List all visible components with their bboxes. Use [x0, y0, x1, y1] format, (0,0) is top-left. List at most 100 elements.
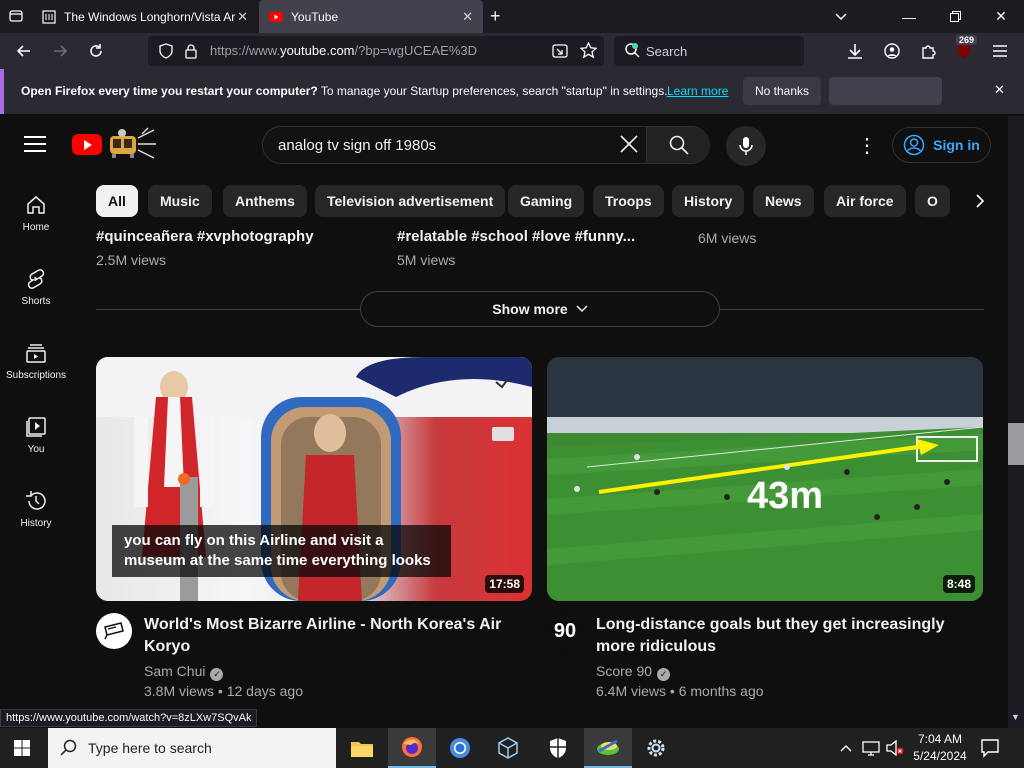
- url-bar[interactable]: https://www.youtube.com/?bp=wgUCEAE%3D: [148, 36, 604, 66]
- video-stats: 3.8M views • 12 days ago: [144, 683, 303, 699]
- sidebar-item-home[interactable]: Home: [0, 194, 72, 233]
- sidebar-item-subscriptions[interactable]: Subscriptions: [0, 342, 72, 381]
- web-search-box[interactable]: Search: [614, 36, 804, 66]
- chip-music[interactable]: Music: [148, 185, 212, 217]
- video-duration: 17:58: [485, 575, 524, 593]
- tab-windows-longhorn[interactable]: The Windows Longhorn/Vista Ar ✕: [34, 0, 258, 33]
- sidebar-item-shorts[interactable]: Shorts: [0, 268, 72, 307]
- shorts-icon: [27, 269, 45, 289]
- restore-button[interactable]: [932, 0, 978, 33]
- chromium-icon[interactable]: [436, 728, 484, 768]
- account-circle-icon: [903, 134, 925, 156]
- volume-muted-icon[interactable]: [886, 739, 904, 761]
- short-title[interactable]: #relatable #school #love #funny...: [397, 228, 635, 245]
- you-icon: [26, 417, 46, 437]
- settings-more-icon[interactable]: ⋮: [857, 133, 877, 158]
- system-clock[interactable]: 7:04 AM 5/24/2024: [912, 731, 968, 765]
- chevron-right-icon[interactable]: [966, 185, 994, 217]
- bookmark-star-icon[interactable]: [579, 41, 598, 64]
- file-explorer-icon[interactable]: [338, 728, 386, 768]
- reload-icon[interactable]: [84, 39, 108, 63]
- chip-anthems[interactable]: Anthems: [223, 185, 307, 217]
- search-icon: [60, 739, 78, 762]
- shield-icon[interactable]: [158, 43, 174, 64]
- picture-in-picture-icon[interactable]: [552, 43, 568, 64]
- extensions-puzzle-icon[interactable]: [916, 39, 940, 63]
- voice-search-button[interactable]: [726, 126, 766, 166]
- divider: [96, 309, 360, 310]
- tab-youtube[interactable]: YouTube ✕: [259, 0, 483, 33]
- search-placeholder: Search: [646, 44, 688, 59]
- clear-search-icon[interactable]: [618, 133, 640, 161]
- windows-start-icon[interactable]: [14, 740, 30, 756]
- firefox-taskbar-icon[interactable]: [388, 728, 436, 768]
- short-title[interactable]: #quinceañera #xvphotography: [96, 228, 314, 245]
- back-arrow-icon[interactable]: [12, 39, 36, 63]
- list-all-tabs-icon[interactable]: [818, 0, 864, 33]
- lock-icon[interactable]: [184, 43, 198, 64]
- show-more-button[interactable]: Show more: [360, 291, 720, 327]
- youtube-logo[interactable]: [72, 134, 102, 155]
- sidebar-item-history[interactable]: History: [0, 490, 72, 529]
- video-title[interactable]: World's Most Bizarre Airline - North Kor…: [144, 614, 504, 658]
- notification-center-icon[interactable]: [980, 738, 1000, 763]
- search-input[interactable]: analog tv sign off 1980s: [278, 137, 436, 154]
- subscriptions-icon: [26, 344, 46, 363]
- youtube-doodle-logo[interactable]: [104, 124, 160, 160]
- sidebar-item-you[interactable]: You: [0, 416, 72, 455]
- chip-television-advertisement[interactable]: Television advertisement: [315, 185, 506, 217]
- notification-action-button[interactable]: [829, 77, 942, 105]
- taskbar-search-box[interactable]: Type here to search: [48, 728, 336, 768]
- no-thanks-button[interactable]: No thanks: [743, 77, 821, 105]
- close-tab-icon[interactable]: ✕: [237, 9, 248, 25]
- video-stats: 6.4M views • 6 months ago: [596, 683, 764, 699]
- forward-arrow-icon[interactable]: [48, 39, 72, 63]
- chip-air-force[interactable]: Air force: [824, 185, 906, 217]
- chip-gaming[interactable]: Gaming: [508, 185, 585, 217]
- video-title[interactable]: Long-distance goals but they get increas…: [596, 614, 946, 658]
- learn-more-link[interactable]: Learn more: [667, 84, 728, 98]
- guide-menu-icon[interactable]: [24, 136, 46, 157]
- youtube-search-box[interactable]: analog tv sign off 1980s: [262, 126, 710, 164]
- chip-history[interactable]: History: [672, 185, 745, 217]
- minimize-button[interactable]: —: [886, 0, 932, 33]
- search-button[interactable]: [646, 127, 710, 163]
- channel-avatar[interactable]: 90: [547, 613, 583, 649]
- sign-in-button[interactable]: Sign in: [892, 127, 991, 163]
- settings-gear-icon[interactable]: [632, 728, 680, 768]
- close-tab-icon[interactable]: ✕: [462, 9, 473, 25]
- paint-app-icon[interactable]: [584, 728, 632, 768]
- microphone-icon: [739, 137, 753, 155]
- youtube-favicon-icon: [269, 10, 283, 24]
- network-icon[interactable]: [862, 740, 880, 761]
- channel-avatar[interactable]: [96, 613, 132, 649]
- chip-news[interactable]: News: [753, 185, 814, 217]
- video-thumbnail[interactable]: 43m 8:48: [547, 357, 983, 601]
- chip-partial[interactable]: O: [915, 185, 950, 217]
- chevron-up-icon[interactable]: [840, 740, 852, 758]
- video-thumbnail[interactable]: you can fly on this Airline and visit a …: [96, 357, 532, 601]
- history-icon: [26, 491, 46, 510]
- close-window-button[interactable]: ✕: [978, 0, 1024, 33]
- security-shield-icon[interactable]: [534, 728, 582, 768]
- page-scrollbar[interactable]: [1008, 116, 1024, 728]
- close-icon[interactable]: ✕: [994, 82, 1005, 98]
- distance-overlay: 43m: [747, 475, 824, 517]
- account-icon[interactable]: [880, 39, 904, 63]
- tab-list-icon[interactable]: [8, 8, 24, 29]
- scrollbar-thumb[interactable]: [1008, 423, 1024, 465]
- chip-troops[interactable]: Troops: [593, 185, 664, 217]
- chip-all[interactable]: All: [96, 185, 138, 217]
- divider: [720, 309, 984, 310]
- tab-title: YouTube: [291, 9, 339, 24]
- scroll-down-arrow-icon[interactable]: ▼: [1011, 712, 1020, 722]
- menu-hamburger-icon[interactable]: [988, 39, 1012, 63]
- new-tab-button[interactable]: +: [490, 6, 501, 27]
- channel-name[interactable]: Sam Chui ✓: [144, 663, 224, 681]
- virtualbox-icon[interactable]: [484, 728, 532, 768]
- downloads-icon[interactable]: [843, 39, 867, 63]
- url-text[interactable]: https://www.youtube.com/?bp=wgUCEAE%3D: [210, 43, 477, 58]
- caption-overlay: you can fly on this Airline and visit a …: [112, 525, 451, 577]
- startup-notification-bar: Open Firefox every time you restart your…: [0, 69, 1024, 114]
- channel-name[interactable]: Score 90 ✓: [596, 663, 671, 681]
